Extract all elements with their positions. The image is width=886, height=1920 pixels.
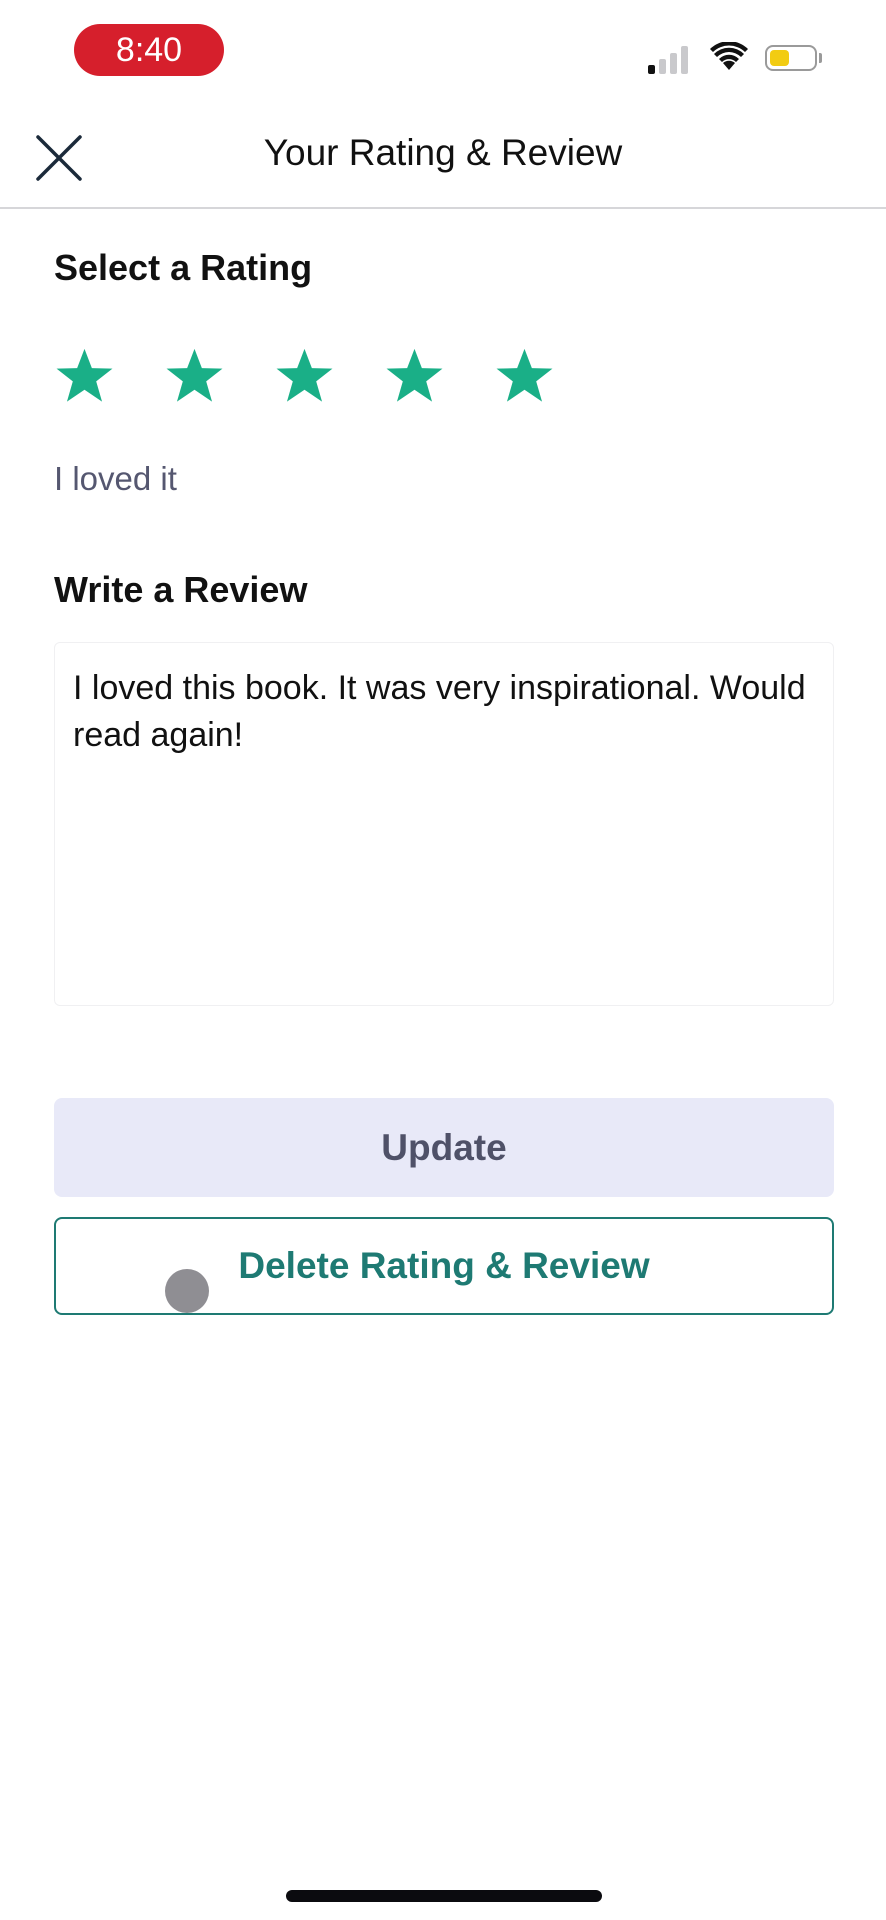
write-review-heading: Write a Review bbox=[54, 569, 308, 610]
battery-icon bbox=[765, 45, 817, 71]
signal-bar bbox=[670, 53, 677, 74]
touch-indicator bbox=[165, 1269, 209, 1313]
review-textarea[interactable]: I loved this book. It was very inspirati… bbox=[54, 642, 834, 1006]
battery-tip bbox=[819, 53, 822, 63]
battery-level bbox=[770, 50, 789, 66]
star-4-icon[interactable] bbox=[384, 345, 445, 406]
signal-bar bbox=[681, 46, 688, 74]
signal-bar bbox=[659, 59, 666, 74]
star-3-icon[interactable] bbox=[274, 345, 335, 406]
star-5-icon[interactable] bbox=[494, 345, 555, 406]
star-2-icon[interactable] bbox=[164, 345, 225, 406]
select-rating-heading: Select a Rating bbox=[54, 247, 313, 288]
header-divider bbox=[0, 207, 886, 209]
signal-bar bbox=[648, 65, 655, 74]
home-indicator[interactable] bbox=[286, 1890, 602, 1902]
rating-description: I loved it bbox=[54, 460, 177, 497]
status-time: 8:40 bbox=[74, 24, 224, 76]
star-rating[interactable] bbox=[54, 345, 555, 406]
update-button[interactable]: Update bbox=[54, 1098, 834, 1197]
page-title: Your Rating & Review bbox=[263, 132, 623, 173]
cellular-signal-icon bbox=[648, 44, 688, 74]
star-1-icon[interactable] bbox=[54, 345, 115, 406]
wifi-icon bbox=[710, 41, 748, 77]
